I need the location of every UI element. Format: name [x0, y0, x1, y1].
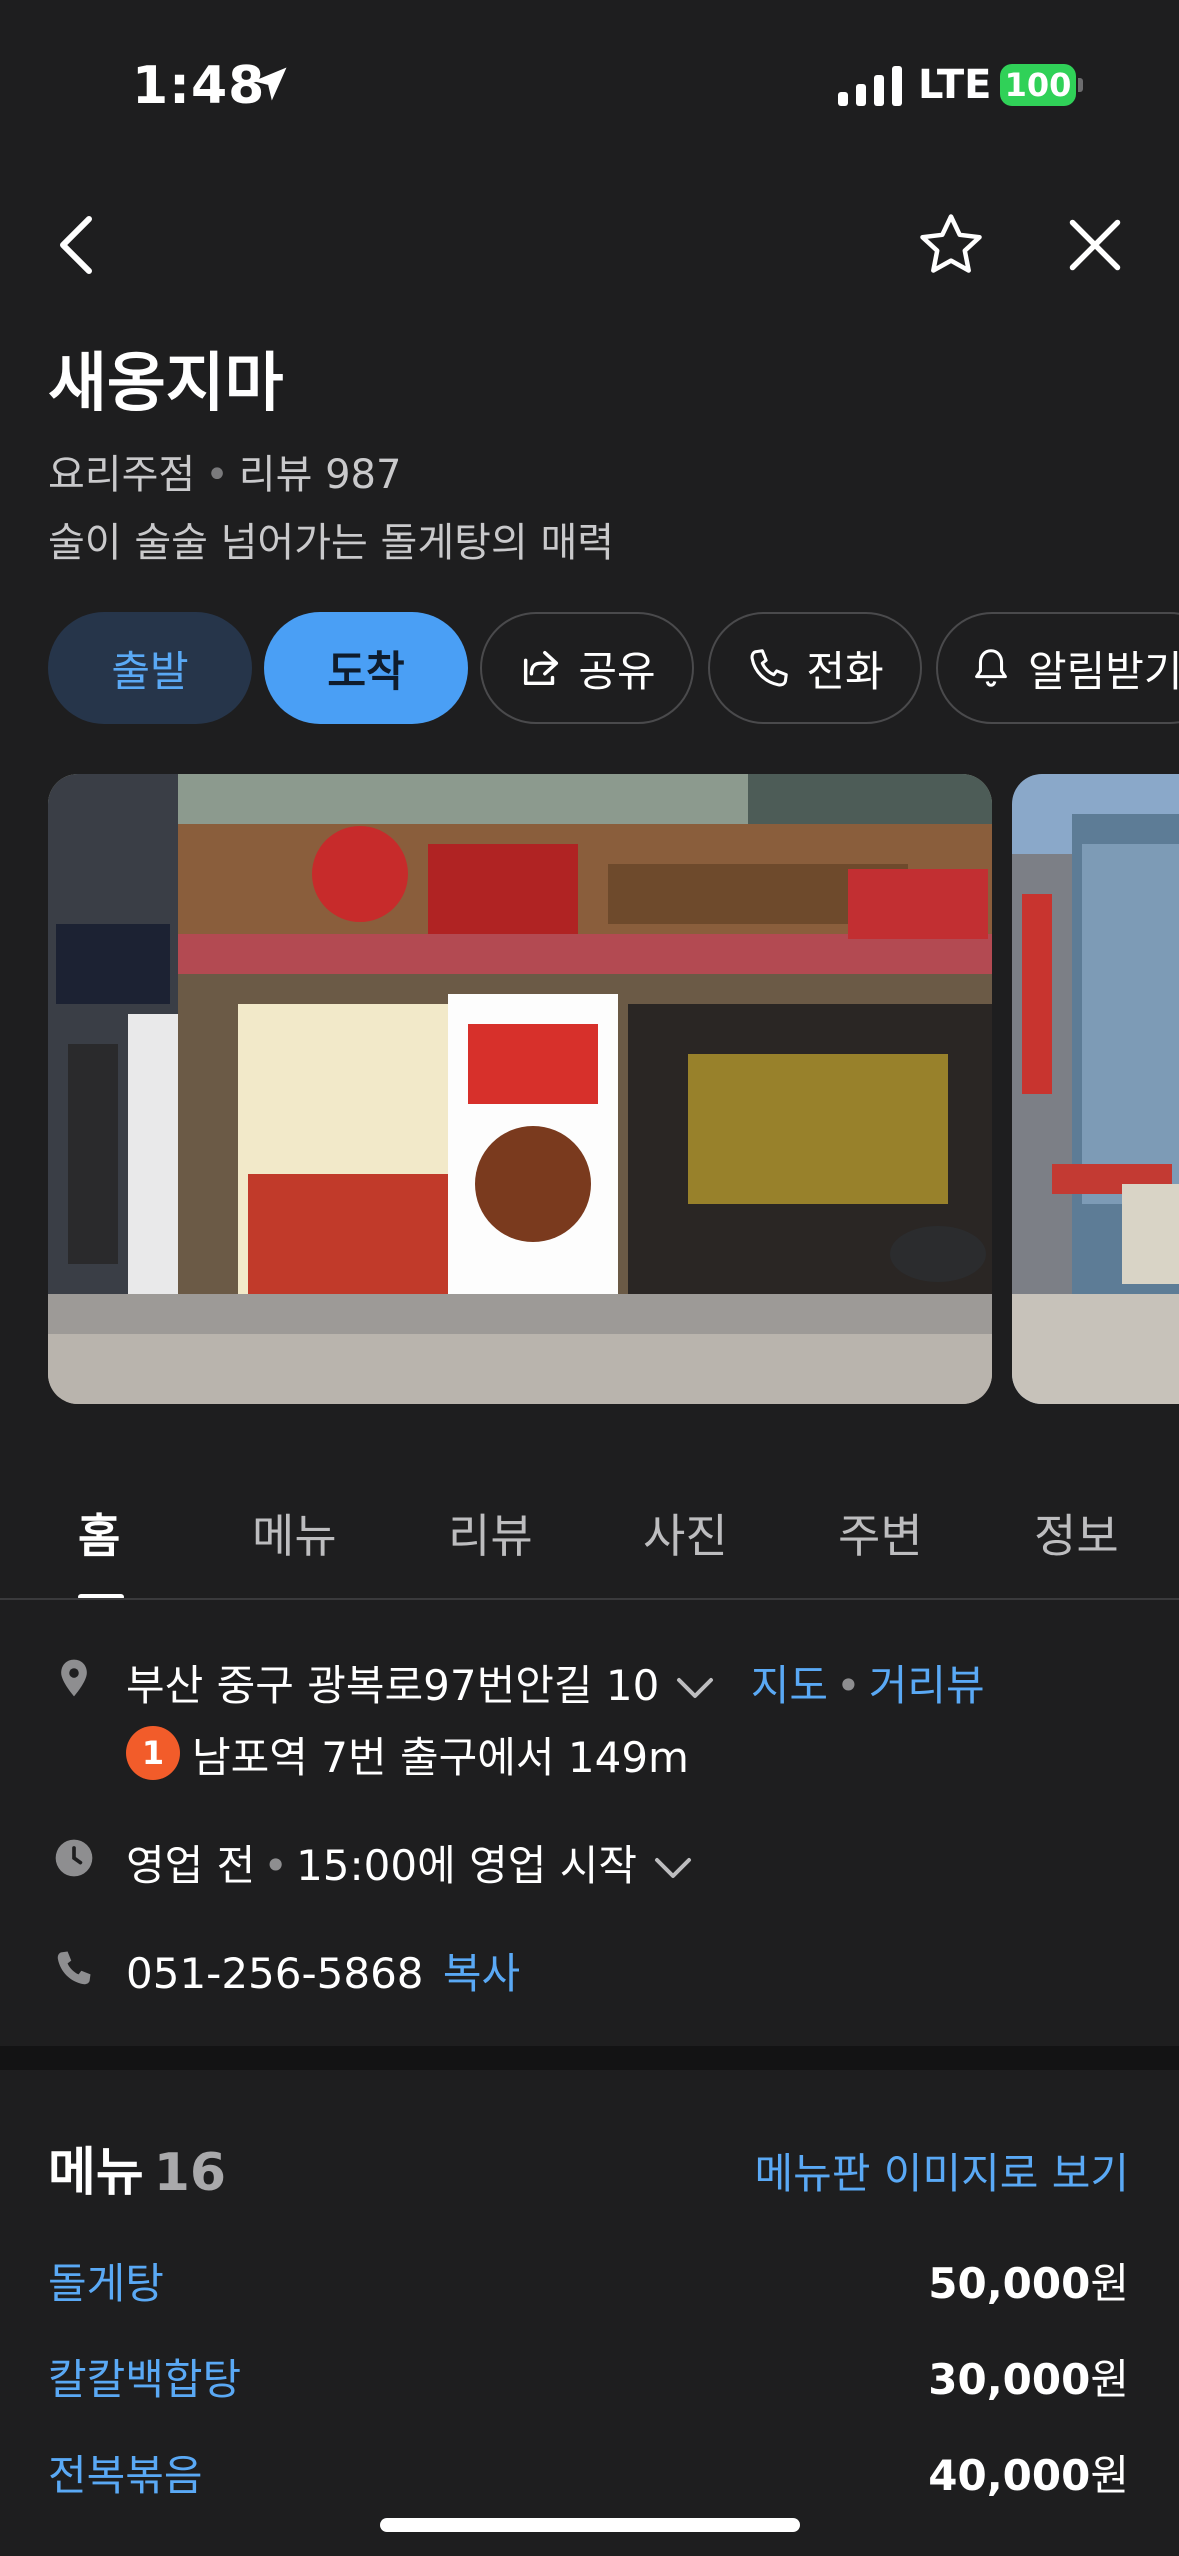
chevron-down-icon[interactable] — [653, 1856, 693, 1882]
menu-item[interactable]: 전복볶음 40,000원 — [0, 2442, 1179, 2512]
transit-row: 1 남포역 7번 출구에서 149m — [0, 1724, 1179, 1784]
hours-status: 영업 전 — [126, 1841, 256, 1890]
place-meta: 요리주점 • 리뷰 987 — [48, 442, 401, 500]
menu-item-name: 전복볶음 — [48, 2451, 203, 2500]
tab-photos[interactable]: 사진 — [643, 1500, 728, 1566]
arrive-label: 도착 — [327, 646, 405, 696]
back-button[interactable] — [32, 200, 122, 290]
favorite-button[interactable] — [906, 200, 996, 290]
map-link[interactable]: 지도 — [751, 1661, 828, 1710]
share-label: 공유 — [578, 646, 656, 696]
phone-number[interactable]: 051-256-5868 — [126, 1949, 424, 1998]
menu-section-title: 메뉴 16 — [48, 2130, 226, 2205]
street-view-link[interactable]: 거리뷰 — [869, 1661, 985, 1710]
address-value: 부산 중구 광복로97번안길 10 — [126, 1661, 660, 1710]
review-count-link[interactable]: 리뷰 987 — [239, 452, 402, 498]
hours-text: 영업 전 • 15:00에 영업 시작 — [126, 1832, 693, 1893]
phone-icon — [750, 649, 789, 687]
tab-nearby[interactable]: 주변 — [838, 1500, 923, 1566]
battery-level: 100 — [1004, 66, 1072, 104]
notify-button[interactable]: 알림받기 — [936, 612, 1179, 724]
arrive-button[interactable]: 도착 — [264, 612, 468, 724]
chevron-left-icon — [60, 216, 92, 274]
phone-icon — [57, 1951, 91, 1985]
separator-dot: • — [835, 1661, 861, 1710]
location-arrow-icon — [253, 67, 287, 101]
menu-item[interactable]: 칼칼백합탕 30,000원 — [0, 2346, 1179, 2416]
street-image — [1012, 774, 1179, 1404]
home-indicator[interactable] — [380, 2518, 800, 2532]
status-time: 1:48 — [132, 56, 266, 116]
menu-item-name: 칼칼백합탕 — [48, 2355, 242, 2404]
tab-home[interactable]: 홈 — [78, 1500, 120, 1566]
menu-item[interactable]: 돌게탕 50,000원 — [0, 2250, 1179, 2320]
action-bar: 출발 도착 공유 전화 알림받기 — [48, 612, 1179, 724]
tab-menu[interactable]: 메뉴 — [252, 1500, 337, 1566]
separator-dot: • — [263, 1841, 289, 1890]
menu-board-link[interactable]: 메뉴판 이미지로 보기 — [755, 2140, 1129, 2201]
signal-icon — [838, 66, 902, 106]
subway-line-badge: 1 — [126, 1726, 180, 1780]
close-button[interactable] — [1050, 200, 1140, 290]
section-divider — [0, 2046, 1179, 2070]
menu-item-price: 50,000원 — [928, 2259, 1129, 2308]
separator-dot: • — [205, 452, 229, 498]
transit-text: 남포역 7번 출구에서 149m — [192, 1733, 689, 1782]
share-icon — [524, 650, 559, 686]
menu-item-price: 30,000원 — [928, 2355, 1129, 2404]
copy-phone-link[interactable]: 복사 — [443, 1949, 520, 1998]
bell-icon — [975, 649, 1007, 687]
phone-row: 051-256-5868 복사 — [0, 1940, 1179, 2000]
share-button[interactable]: 공유 — [480, 612, 694, 724]
notify-label: 알림받기 — [1028, 646, 1179, 696]
call-label: 전화 — [806, 646, 884, 696]
address-row: 부산 중구 광복로97번안길 10 지도 • 거리뷰 — [0, 1652, 1179, 1712]
network-type: LTE — [918, 62, 992, 108]
tab-reviews[interactable]: 리뷰 — [448, 1500, 533, 1566]
address-text[interactable]: 부산 중구 광복로97번안길 10 지도 • 거리뷰 — [126, 1652, 985, 1713]
close-icon — [1069, 219, 1121, 271]
menu-title-label: 메뉴 — [48, 2143, 144, 2203]
call-button[interactable]: 전화 — [708, 612, 922, 724]
tab-bar: 홈 메뉴 리뷰 사진 주변 정보 — [0, 1460, 1179, 1600]
clock-icon — [55, 1839, 93, 1877]
menu-item-name: 돌게탕 — [48, 2259, 164, 2308]
status-bar: 1:48 LTE 100 — [0, 0, 1179, 150]
place-tagline: 술이 술술 넘어가는 돌게탕의 매력 — [48, 520, 615, 566]
chevron-down-icon[interactable] — [675, 1676, 715, 1702]
street-photo[interactable] — [1012, 774, 1179, 1404]
battery-icon: 100 — [1000, 64, 1083, 106]
place-category: 요리주점 — [48, 452, 196, 498]
location-pin-icon — [61, 1659, 87, 1697]
place-title: 새옹지마 — [48, 347, 284, 421]
tab-info[interactable]: 정보 — [1034, 1500, 1119, 1566]
menu-count: 16 — [153, 2143, 227, 2203]
depart-label: 출발 — [111, 646, 189, 696]
storefront-photo[interactable] — [48, 774, 992, 1404]
hours-detail: 15:00에 영업 시작 — [296, 1841, 638, 1890]
depart-button[interactable]: 출발 — [48, 612, 252, 724]
menu-item-price: 40,000원 — [928, 2451, 1129, 2500]
storefront-image — [48, 774, 992, 1404]
tabs-divider — [0, 1598, 1179, 1600]
phone-text: 051-256-5868 복사 — [126, 1940, 520, 2001]
hours-row[interactable]: 영업 전 • 15:00에 영업 시작 — [0, 1832, 1179, 1892]
star-outline-icon — [920, 214, 982, 273]
